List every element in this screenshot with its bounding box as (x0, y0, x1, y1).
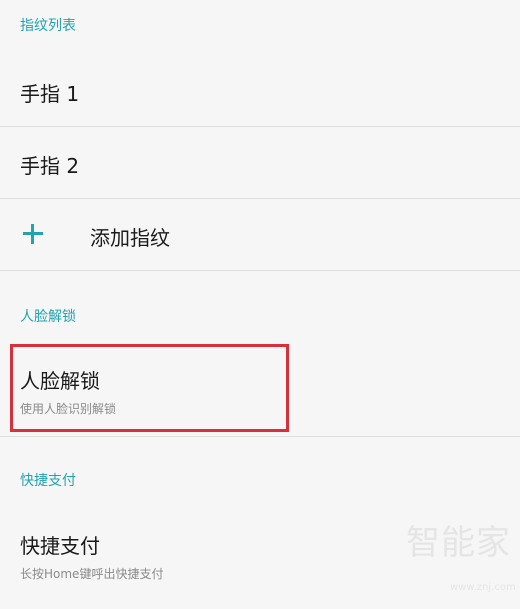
fingerprint-item-label: 手指 2 (20, 154, 80, 178)
add-fingerprint-label: 添加指纹 (90, 226, 170, 250)
watermark-url: www.znj.com (450, 582, 516, 593)
fingerprint-item-1[interactable]: 手指 1 (0, 78, 520, 126)
fingerprint-item-2[interactable]: 手指 2 (0, 150, 520, 198)
watermark-logo: 智能家 www.znj.com (406, 510, 516, 605)
fingerprint-item-label: 手指 1 (20, 82, 80, 106)
watermark-text: 智能家 (406, 523, 511, 563)
divider (0, 270, 520, 271)
plus-icon (21, 222, 45, 246)
highlight-box (10, 344, 289, 432)
quick-pay-header: 快捷支付 (20, 473, 76, 489)
divider (0, 126, 520, 127)
fingerprint-list-header: 指纹列表 (20, 18, 76, 34)
divider (0, 198, 520, 199)
add-fingerprint-button[interactable]: 添加指纹 (0, 205, 520, 270)
divider (0, 436, 520, 437)
face-unlock-header: 人脸解锁 (20, 309, 76, 325)
